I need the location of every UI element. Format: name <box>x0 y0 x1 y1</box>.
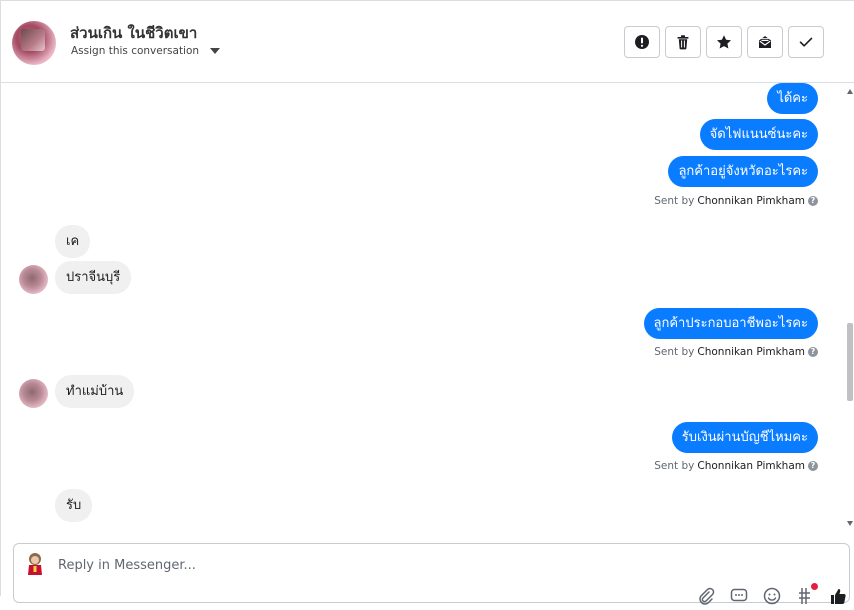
sender-avatar[interactable] <box>19 265 48 294</box>
sent-by-name: Chonnikan Pimkham <box>697 195 805 207</box>
mark-spam-button[interactable] <box>624 26 660 58</box>
assign-label: Assign this conversation <box>71 45 200 57</box>
tag-button[interactable] <box>795 583 818 606</box>
incoming-message[interactable]: ทำแม่บ้าน <box>55 375 135 408</box>
help-icon[interactable]: ? <box>808 347 818 357</box>
delete-button[interactable] <box>665 26 701 58</box>
notification-dot <box>811 583 818 590</box>
envelope-icon <box>759 36 771 48</box>
star-icon <box>717 35 731 49</box>
outgoing-message[interactable]: ลูกค้าอยู่จังหวัดอะไรคะ <box>668 156 818 187</box>
scroll-down-arrow-icon[interactable] <box>847 521 853 526</box>
like-icon[interactable] <box>828 586 848 606</box>
thread-scrollbar[interactable] <box>845 83 854 531</box>
inbox-conversation-panel: ส่วนเกิน ในชีวิตเขา Assign this conversa… <box>0 0 854 605</box>
check-icon <box>799 37 813 47</box>
saved-reply-icon[interactable] <box>729 586 749 606</box>
sent-by-name: Chonnikan Pimkham <box>697 346 805 358</box>
mark-done-button[interactable] <box>788 26 824 58</box>
star-button[interactable] <box>706 26 742 58</box>
reply-input[interactable] <box>58 554 658 576</box>
caret-down-icon <box>210 48 221 54</box>
composer-tools <box>696 583 848 606</box>
page-avatar-icon <box>28 553 42 575</box>
outgoing-message[interactable]: จัดไฟแนนซ์นะคะ <box>699 119 818 150</box>
sent-by-label: Sent by Chonnikan Pimkham ? <box>654 460 818 472</box>
help-icon[interactable]: ? <box>808 461 818 471</box>
sent-by-label: Sent by Chonnikan Pimkham ? <box>654 195 818 207</box>
contact-name[interactable]: ส่วนเกิน ในชีวิตเขา <box>70 21 197 45</box>
sent-by-label: Sent by Chonnikan Pimkham ? <box>654 346 818 358</box>
assign-conversation-dropdown[interactable]: Assign this conversation <box>71 45 221 57</box>
scroll-up-arrow-icon[interactable] <box>847 89 853 94</box>
incoming-message[interactable]: รับ <box>55 489 93 522</box>
alert-circle-icon <box>635 35 649 49</box>
conversation-header: ส่วนเกิน ในชีวิตเขา Assign this conversa… <box>1 1 854 83</box>
emoji-icon[interactable] <box>762 586 782 606</box>
mark-unread-button[interactable] <box>747 26 783 58</box>
outgoing-message[interactable]: ได้คะ <box>767 83 818 114</box>
outgoing-message[interactable]: ลูกค้าประกอบอาชีพอะไรคะ <box>643 308 818 339</box>
conversation-actions <box>624 26 824 58</box>
incoming-message[interactable]: ปราจีนบุรี <box>55 261 132 294</box>
sender-avatar[interactable] <box>19 379 48 408</box>
sent-by-prefix: Sent by <box>654 195 695 207</box>
attach-icon[interactable] <box>696 586 716 606</box>
sent-by-prefix: Sent by <box>654 346 695 358</box>
incoming-message[interactable]: เค <box>55 225 91 258</box>
contact-avatar[interactable] <box>12 21 56 65</box>
help-icon[interactable]: ? <box>808 196 818 206</box>
sent-by-prefix: Sent by <box>654 460 695 472</box>
reply-composer <box>13 543 850 606</box>
sent-by-name: Chonnikan Pimkham <box>697 460 805 472</box>
message-thread: ได้คะ จัดไฟแนนซ์นะคะ ลูกค้าอยู่จังหวัดอะ… <box>1 83 845 531</box>
scroll-thumb[interactable] <box>847 323 853 401</box>
outgoing-message[interactable]: รับเงินผ่านบัญชีไหมคะ <box>671 422 818 453</box>
trash-icon <box>677 35 689 50</box>
